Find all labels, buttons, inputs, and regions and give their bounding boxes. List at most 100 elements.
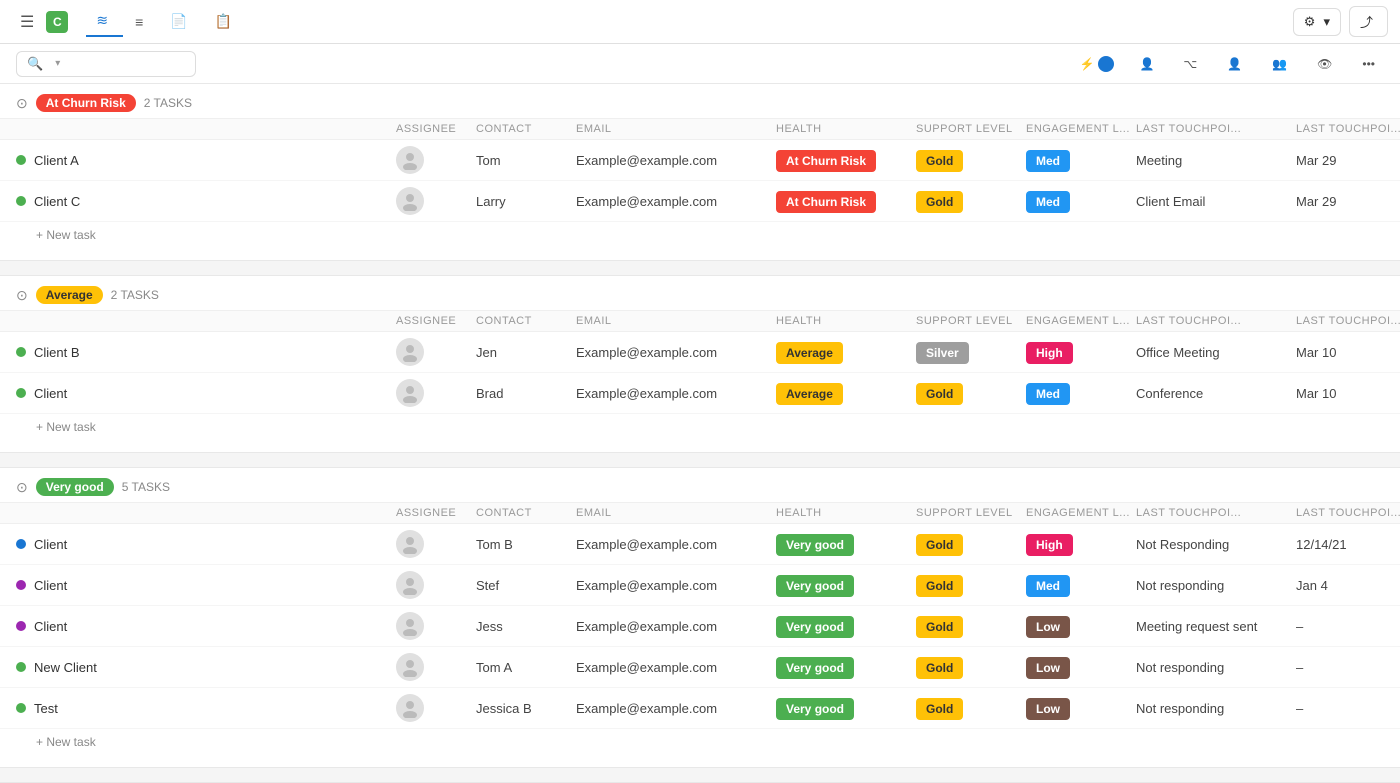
app-logo: C xyxy=(46,11,74,33)
col-headers: ASSIGNEECONTACTEMAILHEALTHSUPPORT LEVELE… xyxy=(0,310,1400,332)
task-dot xyxy=(16,621,26,631)
contact-cell: Larry xyxy=(476,194,576,209)
task-name-label: Client xyxy=(34,578,67,593)
filter-icon: ⚡ xyxy=(1080,57,1095,71)
col-header-6: LAST TOUCHPOI... xyxy=(1136,123,1296,135)
new-task-btn[interactable]: + New task xyxy=(0,414,1400,444)
task-name[interactable]: Client C xyxy=(16,194,396,209)
engagement-badge: High xyxy=(1026,534,1073,556)
col-header-0: ASSIGNEE xyxy=(396,315,476,327)
col-headers: ASSIGNEECONTACTEMAILHEALTHSUPPORT LEVELE… xyxy=(0,118,1400,140)
contact-cell: Jen xyxy=(476,345,576,360)
col-header-1: CONTACT xyxy=(476,315,576,327)
touchpoint-cell: Conference xyxy=(1136,386,1296,401)
health-cell: Very good xyxy=(776,701,916,716)
engagement-cell: High xyxy=(1026,345,1136,360)
col-header-2: EMAIL xyxy=(576,123,776,135)
search-icon: 🔍 xyxy=(27,56,43,72)
avatar xyxy=(396,694,424,722)
task-name[interactable]: Client xyxy=(16,537,396,552)
task-name[interactable]: New Client xyxy=(16,660,396,675)
support-badge: Gold xyxy=(916,534,963,556)
filter-btn[interactable]: ⚡ xyxy=(1071,51,1124,77)
new-task-btn[interactable]: + New task xyxy=(0,729,1400,759)
support-cell: Gold xyxy=(916,386,1026,401)
col-header-4: SUPPORT LEVEL xyxy=(916,507,1026,519)
task-name[interactable]: Client xyxy=(16,578,396,593)
email-cell: Example@example.com xyxy=(576,345,776,360)
hamburger-menu[interactable]: ☰ xyxy=(12,8,42,36)
search-box[interactable]: 🔍 ▾ xyxy=(16,51,196,77)
task-name-label: Client xyxy=(34,386,67,401)
me-btn[interactable]: 👤 xyxy=(1218,52,1255,76)
renewal-icon: ≡ xyxy=(135,14,143,30)
tab-feedback[interactable]: 📋 xyxy=(205,7,247,36)
filter-badge xyxy=(1098,56,1114,72)
support-badge: Gold xyxy=(916,383,963,405)
show-btn[interactable]: 👁 xyxy=(1308,52,1345,76)
touchpoint-date-cell: Mar 10 xyxy=(1296,386,1400,401)
subtasks-btn[interactable]: ⌥ xyxy=(1174,52,1210,76)
assignee-cell xyxy=(396,146,476,174)
collapse-btn[interactable]: ⊙ xyxy=(16,287,28,304)
assignee-cell xyxy=(396,653,476,681)
tab-renewal[interactable]: ≡ xyxy=(125,8,158,36)
task-name-label: Client B xyxy=(34,345,80,360)
playbook-icon: 📄 xyxy=(170,13,187,30)
contact-cell: Tom B xyxy=(476,537,576,552)
group-by-btn[interactable]: 👤 xyxy=(1131,53,1166,75)
col-header-7: LAST TOUCHPOI... xyxy=(1296,507,1400,519)
col-header-3: HEALTH xyxy=(776,315,916,327)
collapse-btn[interactable]: ⊙ xyxy=(16,95,28,112)
avatar-icon xyxy=(400,657,420,677)
collapse-btn[interactable]: ⊙ xyxy=(16,479,28,496)
touchpoint-date-cell: – xyxy=(1296,660,1400,675)
share-btn[interactable]: ⤴ xyxy=(1349,6,1388,37)
tab-engagement[interactable]: ≋ xyxy=(86,6,123,37)
section-divider xyxy=(0,452,1400,468)
email-cell: Example@example.com xyxy=(576,701,776,716)
touchpoint-cell: Not responding xyxy=(1136,578,1296,593)
email-cell: Example@example.com xyxy=(576,153,776,168)
avatar-icon xyxy=(400,698,420,718)
touchpoint-date-cell: Jan 4 xyxy=(1296,578,1400,593)
col-header-5: ENGAGEMENT L... xyxy=(1026,507,1136,519)
support-badge: Gold xyxy=(916,657,963,679)
avatar-icon xyxy=(400,342,420,362)
avatar xyxy=(396,379,424,407)
add-view-btn[interactable] xyxy=(249,16,269,28)
task-name-label: New Client xyxy=(34,660,97,675)
contact-cell: Tom A xyxy=(476,660,576,675)
task-name[interactable]: Client B xyxy=(16,345,396,360)
health-badge: Very good xyxy=(776,575,854,597)
task-name[interactable]: Client xyxy=(16,386,396,401)
col-header-6: LAST TOUCHPOI... xyxy=(1136,507,1296,519)
task-name[interactable]: Client xyxy=(16,619,396,634)
engagement-badge: Med xyxy=(1026,383,1070,405)
engagement-cell: Low xyxy=(1026,619,1136,634)
touchpoint-date-cell: Mar 29 xyxy=(1296,194,1400,209)
more-btn[interactable]: ••• xyxy=(1353,52,1384,76)
engagement-badge: Med xyxy=(1026,150,1070,172)
assignee-cell xyxy=(396,379,476,407)
tab-playbook[interactable]: 📄 xyxy=(160,7,202,36)
touchpoint-cell: Office Meeting xyxy=(1136,345,1296,360)
task-name[interactable]: Test xyxy=(16,701,396,716)
new-task-btn[interactable]: + New task xyxy=(0,222,1400,252)
touchpoint-cell: Not Responding xyxy=(1136,537,1296,552)
col-header-1: CONTACT xyxy=(476,507,576,519)
task-dot xyxy=(16,580,26,590)
health-cell: Very good xyxy=(776,537,916,552)
task-name[interactable]: Client A xyxy=(16,153,396,168)
support-badge: Gold xyxy=(916,616,963,638)
engagement-cell: Med xyxy=(1026,578,1136,593)
table-row: Client Stef Example@example.com Very goo… xyxy=(0,565,1400,606)
nav-right: ⚙ ▾ ⤴ xyxy=(1293,6,1388,37)
automate-btn[interactable]: ⚙ ▾ xyxy=(1293,8,1341,36)
engagement-badge: Low xyxy=(1026,616,1070,638)
assignees-btn[interactable]: 👥 xyxy=(1263,52,1300,76)
task-dot xyxy=(16,196,26,206)
assignee-cell xyxy=(396,338,476,366)
task-dot xyxy=(16,703,26,713)
table-row: Test Jessica B Example@example.com Very … xyxy=(0,688,1400,729)
